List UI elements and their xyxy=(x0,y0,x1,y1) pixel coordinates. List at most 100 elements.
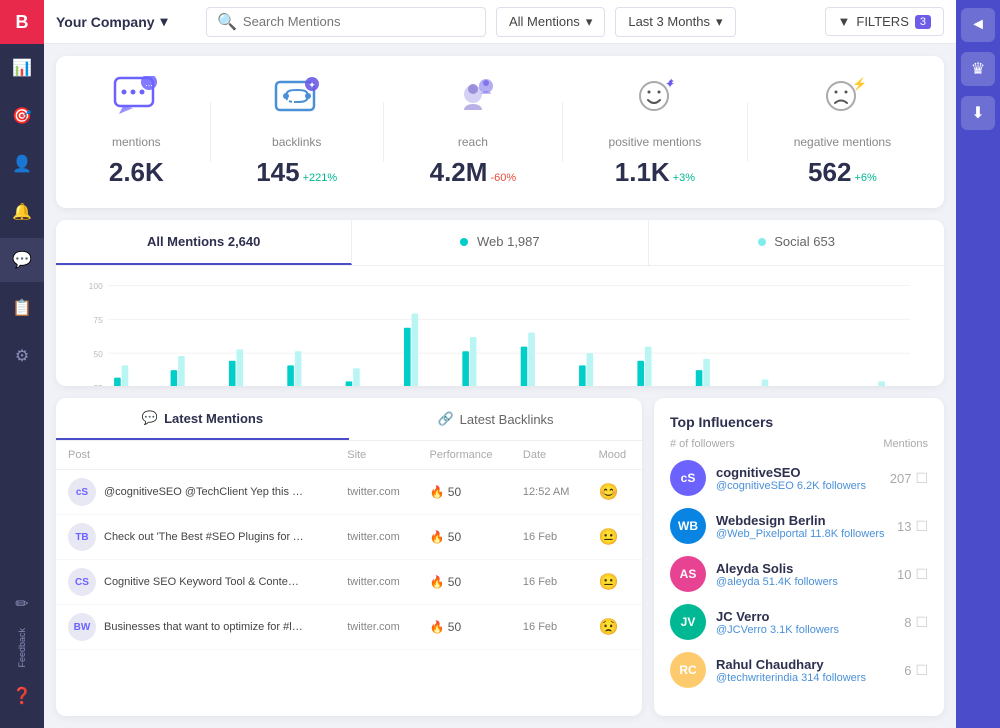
feedback-label: Feedback xyxy=(17,628,27,668)
sidebar-item-reports[interactable]: 📋 xyxy=(0,286,44,330)
influencer-handle: @cognitiveSEO 6.2K followers xyxy=(716,480,880,492)
mentions-filter-dropdown[interactable]: All Mentions ▾ xyxy=(496,7,605,37)
reach-icon xyxy=(448,76,498,127)
site-cell: twitter.com xyxy=(335,470,417,515)
stat-positive: ✦ ✦ positive mentions 1.1K +3% xyxy=(609,76,702,188)
bar-chart: 100 75 50 25 0 xyxy=(71,276,929,386)
reach-value: 4.2M xyxy=(430,157,488,188)
app-logo: B xyxy=(0,0,44,44)
avatar: CS xyxy=(68,568,96,596)
company-selector[interactable]: Your Company ▾ xyxy=(56,13,196,30)
date-filter-dropdown[interactable]: Last 3 Months ▾ xyxy=(615,7,735,37)
table-row[interactable]: CS Cognitive SEO Keyword Tool & Content … xyxy=(56,560,642,605)
mentions-value: 2.6K xyxy=(109,157,164,188)
post-text: Check out 'The Best #SEO Plugins for All… xyxy=(104,531,304,543)
negative-delta: +6% xyxy=(854,172,876,184)
influencer-handle: @techwriterindia 314 followers xyxy=(716,672,894,684)
sidebar-item-mentions[interactable]: 💬 xyxy=(0,238,44,282)
social-tab-label: Social 653 xyxy=(774,234,835,249)
crown-button[interactable]: ♛ xyxy=(961,52,995,86)
share-button[interactable]: ◄ xyxy=(961,8,995,42)
sidebar-item-notifications[interactable]: 🔔 xyxy=(0,190,44,234)
search-input[interactable] xyxy=(243,14,475,29)
main-content: Your Company ▾ 🔍 All Mentions ▾ Last 3 M… xyxy=(44,0,956,728)
avatar: cS xyxy=(670,460,706,496)
svg-text:100: 100 xyxy=(89,281,103,291)
positive-delta: +3% xyxy=(673,172,695,184)
sidebar-item-analytics[interactable]: 📊 xyxy=(0,46,44,90)
tab-latest-backlinks[interactable]: 🔗 Latest Backlinks xyxy=(349,398,642,440)
right-panel: ◄ ♛ ⬇ xyxy=(956,0,1000,728)
avatar: WB xyxy=(670,508,706,544)
mood-cell: 😟 xyxy=(587,605,642,650)
backlinks-tab-label: Latest Backlinks xyxy=(460,412,554,427)
filters-label: FILTERS xyxy=(856,14,909,29)
influencer-row[interactable]: cS cognitiveSEO @cognitiveSEO 6.2K follo… xyxy=(670,460,928,496)
mood-cell: 😊 xyxy=(587,470,642,515)
table-row[interactable]: TB Check out 'The Best #SEO Plugins for … xyxy=(56,515,642,560)
date-cell: 12:52 AM xyxy=(511,470,587,515)
avatar: JV xyxy=(670,604,706,640)
sidebar-item-users[interactable]: 👤 xyxy=(0,142,44,186)
chevron-down-icon: ▾ xyxy=(716,14,723,30)
date-cell: 16 Feb xyxy=(511,560,587,605)
sidebar-item-help[interactable]: ❓ xyxy=(0,674,44,718)
mood-cell: 😐 xyxy=(587,515,642,560)
influencer-name: cognitiveSEO xyxy=(716,465,880,480)
tab-latest-mentions[interactable]: 💬 Latest Mentions xyxy=(56,398,349,440)
filters-button[interactable]: ▼ FILTERS 3 xyxy=(825,7,945,36)
stat-reach: reach 4.2M -60% xyxy=(430,76,517,188)
post-cell: cS @cognitiveSEO @TechClient Yep this is… xyxy=(56,470,335,515)
date-filter-label: Last 3 Months xyxy=(628,14,710,29)
all-mentions-tab-label: All Mentions 2,640 xyxy=(147,234,260,249)
chart-tab-social[interactable]: Social 653 xyxy=(649,220,944,265)
influencer-info: Aleyda Solis @aleyda 51.4K followers xyxy=(716,561,887,588)
chevron-down-icon: ▾ xyxy=(586,14,593,30)
link-icon: 🔗 xyxy=(437,411,453,427)
influencer-handle: @Web_Pixelportal 11.8K followers xyxy=(716,528,887,540)
influencer-row[interactable]: JV JC Verro @JCVerro 3.1K followers 8 ☐ xyxy=(670,604,928,640)
positive-label: positive mentions xyxy=(609,135,702,149)
mentions-card: 💬 Latest Mentions 🔗 Latest Backlinks Pos… xyxy=(56,398,642,716)
download-button[interactable]: ⬇ xyxy=(961,96,995,130)
negative-value: 562 xyxy=(808,157,851,188)
col-mood: Mood xyxy=(587,441,642,470)
table-row[interactable]: BW Businesses that want to optimize for … xyxy=(56,605,642,650)
post-cell: BW Businesses that want to optimize for … xyxy=(56,605,335,650)
sidebar-item-settings[interactable]: ⚙ xyxy=(0,334,44,378)
stats-card: ... mentions 2.6K ✦ xyxy=(56,56,944,208)
col-performance: Performance xyxy=(418,441,511,470)
sidebar-bottom: ✏ Feedback ❓ xyxy=(0,580,44,728)
influencer-row[interactable]: WB Webdesign Berlin @Web_Pixelportal 11.… xyxy=(670,508,928,544)
performance-cell: 🔥 50 xyxy=(418,470,511,515)
sidebar-item-targeting[interactable]: 🎯 xyxy=(0,94,44,138)
avatar: AS xyxy=(670,556,706,592)
negative-icon: ⚡ xyxy=(817,76,867,127)
influencer-name: Webdesign Berlin xyxy=(716,513,887,528)
influencers-title: Top Influencers xyxy=(670,414,928,430)
divider-3 xyxy=(562,102,563,162)
performance-cell: 🔥 50 xyxy=(418,515,511,560)
chart-tab-web[interactable]: Web 1,987 xyxy=(352,220,648,265)
backlinks-value: 145 xyxy=(256,157,299,188)
company-name: Your Company xyxy=(56,14,155,30)
influencer-count: 10 ☐ xyxy=(897,566,928,583)
chart-body: 100 75 50 25 0 xyxy=(56,266,944,386)
chart-tab-all[interactable]: All Mentions 2,640 xyxy=(56,220,352,265)
content-area: ... mentions 2.6K ✦ xyxy=(44,44,956,728)
influencer-count: 8 ☐ xyxy=(904,614,928,631)
influencer-info: Rahul Chaudhary @techwriterindia 314 fol… xyxy=(716,657,894,684)
backlinks-delta: +221% xyxy=(303,172,338,184)
col-site: Site xyxy=(335,441,417,470)
influencer-count: 207 ☐ xyxy=(890,470,928,487)
table-row[interactable]: cS @cognitiveSEO @TechClient Yep this is… xyxy=(56,470,642,515)
avatar: TB xyxy=(68,523,96,551)
sidebar-item-edit[interactable]: ✏ xyxy=(0,582,44,626)
divider-4 xyxy=(747,102,748,162)
mood-cell: 😐 xyxy=(587,560,642,605)
influencer-row[interactable]: RC Rahul Chaudhary @techwriterindia 314 … xyxy=(670,652,928,688)
reach-delta: -60% xyxy=(490,172,516,184)
influencer-row[interactable]: AS Aleyda Solis @aleyda 51.4K followers … xyxy=(670,556,928,592)
svg-text:75: 75 xyxy=(93,315,103,325)
svg-text:✦: ✦ xyxy=(308,80,316,90)
